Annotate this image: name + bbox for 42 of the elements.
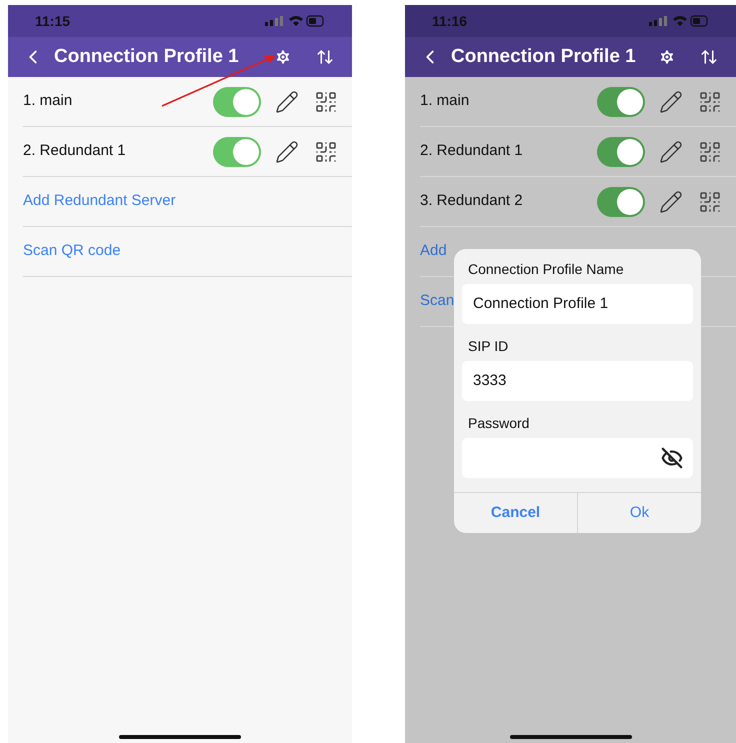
settings-icon[interactable] [658, 48, 676, 66]
pencil-icon[interactable] [275, 140, 299, 164]
status-time: 11:16 [432, 12, 468, 30]
qr-code-icon[interactable] [314, 90, 338, 114]
field-label: Connection Profile Name [468, 260, 625, 279]
settings-icon[interactable] [274, 48, 292, 66]
screen-title: Connection Profile 1 [451, 44, 636, 69]
server-name: 2. Redundant 1 [420, 141, 523, 162]
pencil-icon[interactable] [659, 90, 683, 114]
server-name: 3. Redundant 2 [420, 191, 523, 212]
password-field[interactable] [462, 438, 693, 478]
text-field[interactable]: Connection Profile 1 [462, 284, 693, 324]
pencil-icon[interactable] [275, 90, 299, 114]
text-field[interactable]: 3333 [462, 361, 693, 401]
hide-password-icon[interactable] [661, 447, 683, 469]
server-name: 1. main [23, 91, 72, 112]
qr-code-icon[interactable] [314, 140, 338, 164]
screen-title: Connection Profile 1 [54, 44, 239, 69]
qr-code-icon[interactable] [698, 140, 722, 164]
toggle-switch[interactable] [597, 136, 645, 166]
toggle-switch[interactable] [597, 186, 645, 216]
server-name: 1. main [420, 91, 470, 112]
pencil-icon[interactable] [659, 190, 683, 214]
server-row[interactable]: 1. main [420, 77, 736, 127]
status-time: 11:15 [35, 12, 70, 30]
pencil-icon[interactable] [659, 140, 683, 164]
server-name: 2. Redundant 1 [23, 141, 126, 162]
server-row[interactable]: 3. Redundant 2 [420, 177, 736, 227]
server-row[interactable]: 2. Redundant 1 [420, 127, 736, 177]
field-label: SIP ID [468, 337, 510, 356]
qr-code-icon[interactable] [698, 190, 722, 214]
toggle-switch[interactable] [213, 86, 261, 116]
server-row[interactable]: 1. main [23, 77, 352, 127]
server-row[interactable]: 2. Redundant 1 [23, 127, 352, 177]
toggle-switch[interactable] [597, 86, 645, 116]
status-icons [649, 15, 709, 27]
status-icons [265, 15, 325, 27]
toggle-switch[interactable] [213, 136, 261, 166]
qr-code-icon[interactable] [698, 90, 722, 114]
field-label: Password [468, 414, 530, 433]
sort-icon[interactable] [316, 48, 334, 66]
sort-icon[interactable] [700, 48, 718, 66]
